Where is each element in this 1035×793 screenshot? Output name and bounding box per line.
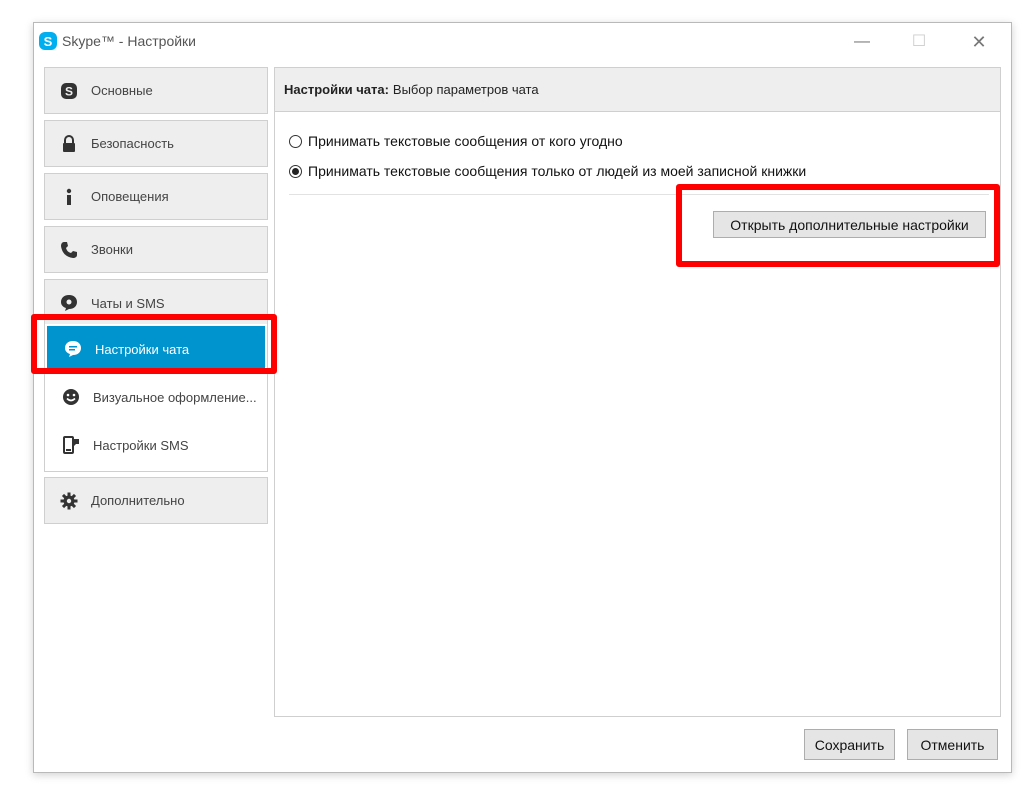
title-bar: S Skype™ - Настройки — ☐ ✕ <box>34 23 1011 61</box>
panel-header-subtitle: Выбор параметров чата <box>392 82 539 97</box>
phone-icon <box>59 240 79 260</box>
save-button[interactable]: Сохранить <box>804 729 895 760</box>
sidebar-item-label: Безопасность <box>91 136 174 151</box>
radio-button[interactable] <box>289 134 302 148</box>
highlight-box-advanced-button <box>676 184 1000 267</box>
sidebar-item-label: Дополнительно <box>91 493 185 508</box>
highlight-box-chat-settings <box>31 314 277 374</box>
radio-accept-contacts-only[interactable]: Принимать текстовые сообщения только от … <box>289 163 806 179</box>
sidebar-item-label: Основные <box>91 83 153 98</box>
sidebar-item-security[interactable]: Безопасность <box>44 120 268 167</box>
radio-accept-anyone[interactable]: Принимать текстовые сообщения от кого уг… <box>289 133 623 149</box>
chat-bubble-icon <box>59 293 79 313</box>
skype-icon: S <box>59 81 79 101</box>
minimize-button[interactable]: — <box>839 27 885 57</box>
radio-label: Принимать текстовые сообщения от кого уг… <box>308 133 623 149</box>
sidebar-item-label: Настройки SMS <box>93 437 189 453</box>
sidebar-item-label: Оповещения <box>91 189 169 204</box>
sidebar-item-sms-settings[interactable]: Настройки SMS <box>45 422 267 468</box>
lock-icon <box>59 134 79 154</box>
chat-settings-panel: Настройки чата: Выбор параметров чата Пр… <box>274 67 1001 717</box>
smiley-icon <box>61 387 81 407</box>
gear-icon <box>59 491 79 511</box>
sidebar-item-label: Чаты и SMS <box>91 295 165 311</box>
panel-header-title: Настройки чата: <box>284 82 389 97</box>
radio-label: Принимать текстовые сообщения только от … <box>308 163 807 179</box>
skype-logo-icon: S <box>39 32 57 50</box>
sidebar-item-appearance[interactable]: Визуальное оформление... <box>45 374 267 420</box>
sidebar-item-general[interactable]: S Основные <box>44 67 268 114</box>
sidebar-item-calls[interactable]: Звонки <box>44 226 268 273</box>
cancel-button[interactable]: Отменить <box>907 729 998 760</box>
settings-window: S Skype™ - Настройки — ☐ ✕ S Основные Бе… <box>31 22 1012 773</box>
svg-text:S: S <box>44 34 53 49</box>
sidebar-item-notifications[interactable]: Оповещения <box>44 173 268 220</box>
svg-text:S: S <box>65 84 73 98</box>
radio-button-selected[interactable] <box>289 164 302 178</box>
panel-header: Настройки чата: Выбор параметров чата <box>275 68 1000 112</box>
info-icon <box>59 187 79 207</box>
sms-phone-icon <box>61 435 81 455</box>
sidebar-item-advanced[interactable]: Дополнительно <box>44 477 268 524</box>
maximize-button[interactable]: ☐ <box>896 27 942 57</box>
close-button[interactable]: ✕ <box>956 27 1002 57</box>
window-title: Skype™ - Настройки <box>62 33 196 49</box>
sidebar-item-label: Визуальное оформление... <box>93 389 257 405</box>
sidebar-item-label: Звонки <box>91 242 133 257</box>
